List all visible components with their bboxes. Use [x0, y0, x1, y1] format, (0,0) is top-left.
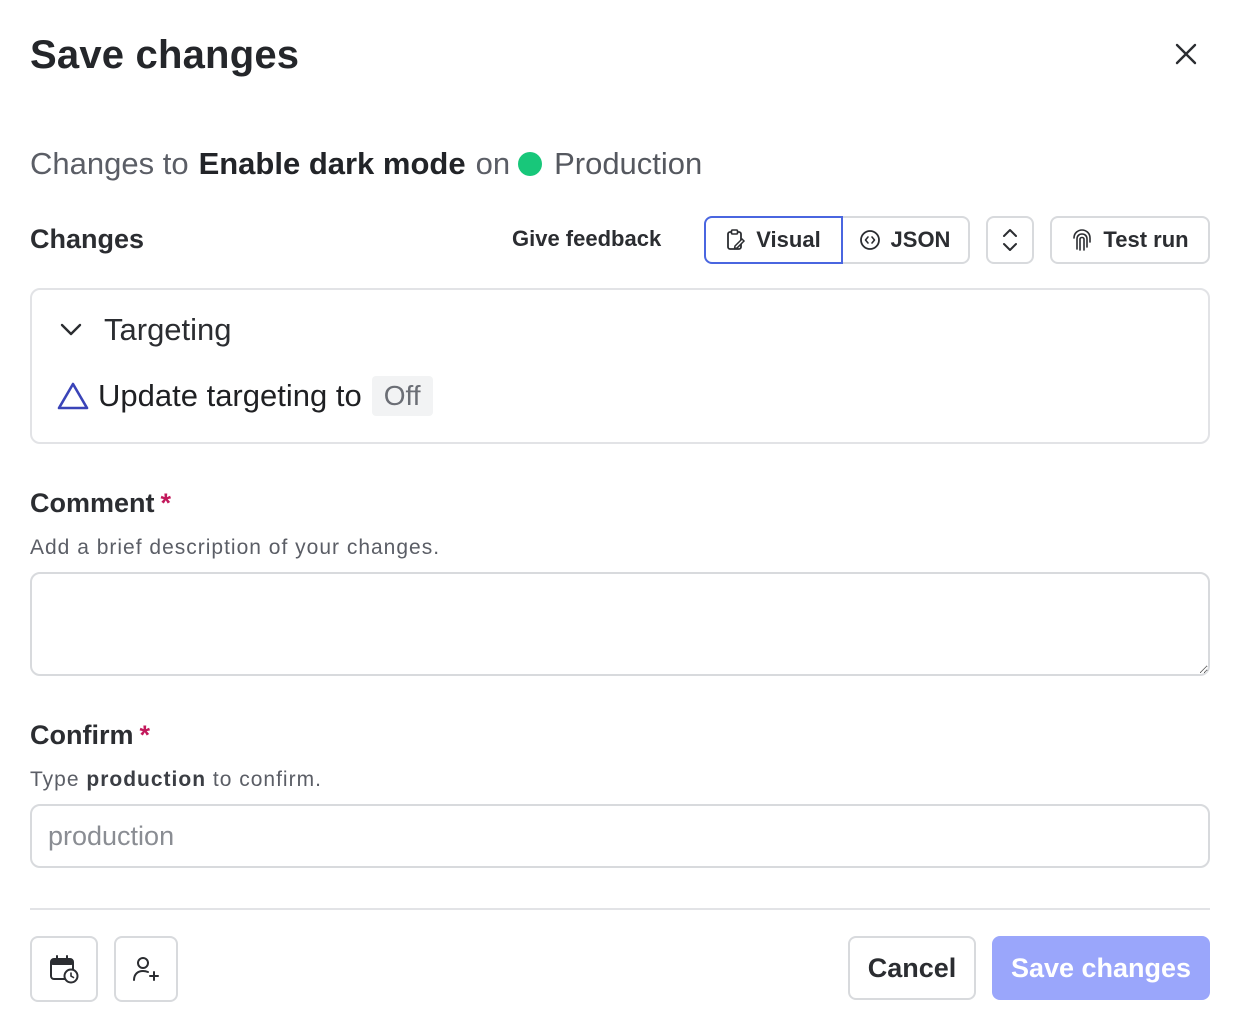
change-summary: Changes to Enable dark mode on Productio…	[30, 146, 702, 182]
confirm-help-prefix: Type	[30, 768, 80, 791]
required-marker: *	[139, 720, 151, 750]
confirm-label-text: Confirm	[30, 720, 134, 750]
confirm-input[interactable]	[30, 804, 1210, 868]
comment-label: Comment *	[30, 488, 171, 519]
targeting-section-title: Targeting	[104, 312, 232, 347]
view-json-button[interactable]: JSON	[841, 216, 970, 264]
clipboard-edit-icon	[727, 229, 746, 250]
comment-textarea[interactable]	[30, 572, 1210, 676]
comment-help-text: Add a brief description of your changes.	[30, 536, 441, 559]
dialog-title: Save changes	[30, 33, 300, 77]
close-button[interactable]	[1166, 34, 1206, 74]
code-circle-icon	[859, 230, 880, 250]
targeting-change-text: Update targeting to	[98, 378, 362, 413]
footer-divider	[30, 908, 1210, 910]
test-run-label: Test run	[1103, 227, 1189, 252]
targeting-section-toggle[interactable]: Targeting	[60, 312, 232, 348]
required-marker: *	[160, 488, 172, 518]
chevron-down-icon	[60, 323, 82, 336]
targeting-change-item: Update targeting to Off	[56, 376, 433, 416]
confirm-keyword: production	[86, 768, 207, 791]
expand-collapse-button[interactable]	[986, 216, 1034, 264]
add-reviewer-button[interactable]	[114, 936, 178, 1002]
flag-name: Enable dark mode	[198, 146, 466, 181]
view-visual-label: Visual	[756, 227, 821, 252]
view-visual-button[interactable]: Visual	[704, 216, 843, 264]
close-icon	[1175, 43, 1197, 65]
confirm-help-suffix: to confirm.	[212, 768, 322, 791]
confirm-label: Confirm *	[30, 720, 150, 751]
environment-color-dot	[518, 152, 543, 176]
save-changes-dialog: Save changes Changes to Enable dark mode…	[0, 0, 1240, 1032]
warning-triangle-icon	[57, 382, 89, 410]
chevron-up-down-icon	[1003, 229, 1017, 251]
save-changes-button[interactable]: Save changes	[992, 936, 1210, 1000]
view-json-label: JSON	[890, 227, 951, 252]
schedule-button[interactable]	[30, 936, 98, 1002]
cancel-button[interactable]: Cancel	[848, 936, 976, 1000]
give-feedback-button[interactable]: Give feedback	[512, 226, 661, 252]
summary-prefix: Changes to	[30, 146, 189, 181]
calendar-clock-icon	[50, 955, 79, 984]
add-user-icon	[133, 957, 159, 981]
summary-connector: on	[475, 146, 511, 181]
comment-label-text: Comment	[30, 488, 155, 518]
environment-name: Production	[554, 146, 703, 181]
test-run-button[interactable]: Test run	[1050, 216, 1210, 264]
targeting-value-chip: Off	[371, 376, 433, 416]
confirm-help-text: Type production to confirm.	[30, 768, 322, 792]
targeting-changes-panel: Targeting Update targeting to Off	[30, 288, 1210, 444]
fingerprint-icon	[1073, 229, 1092, 251]
changes-heading: Changes	[30, 224, 145, 254]
